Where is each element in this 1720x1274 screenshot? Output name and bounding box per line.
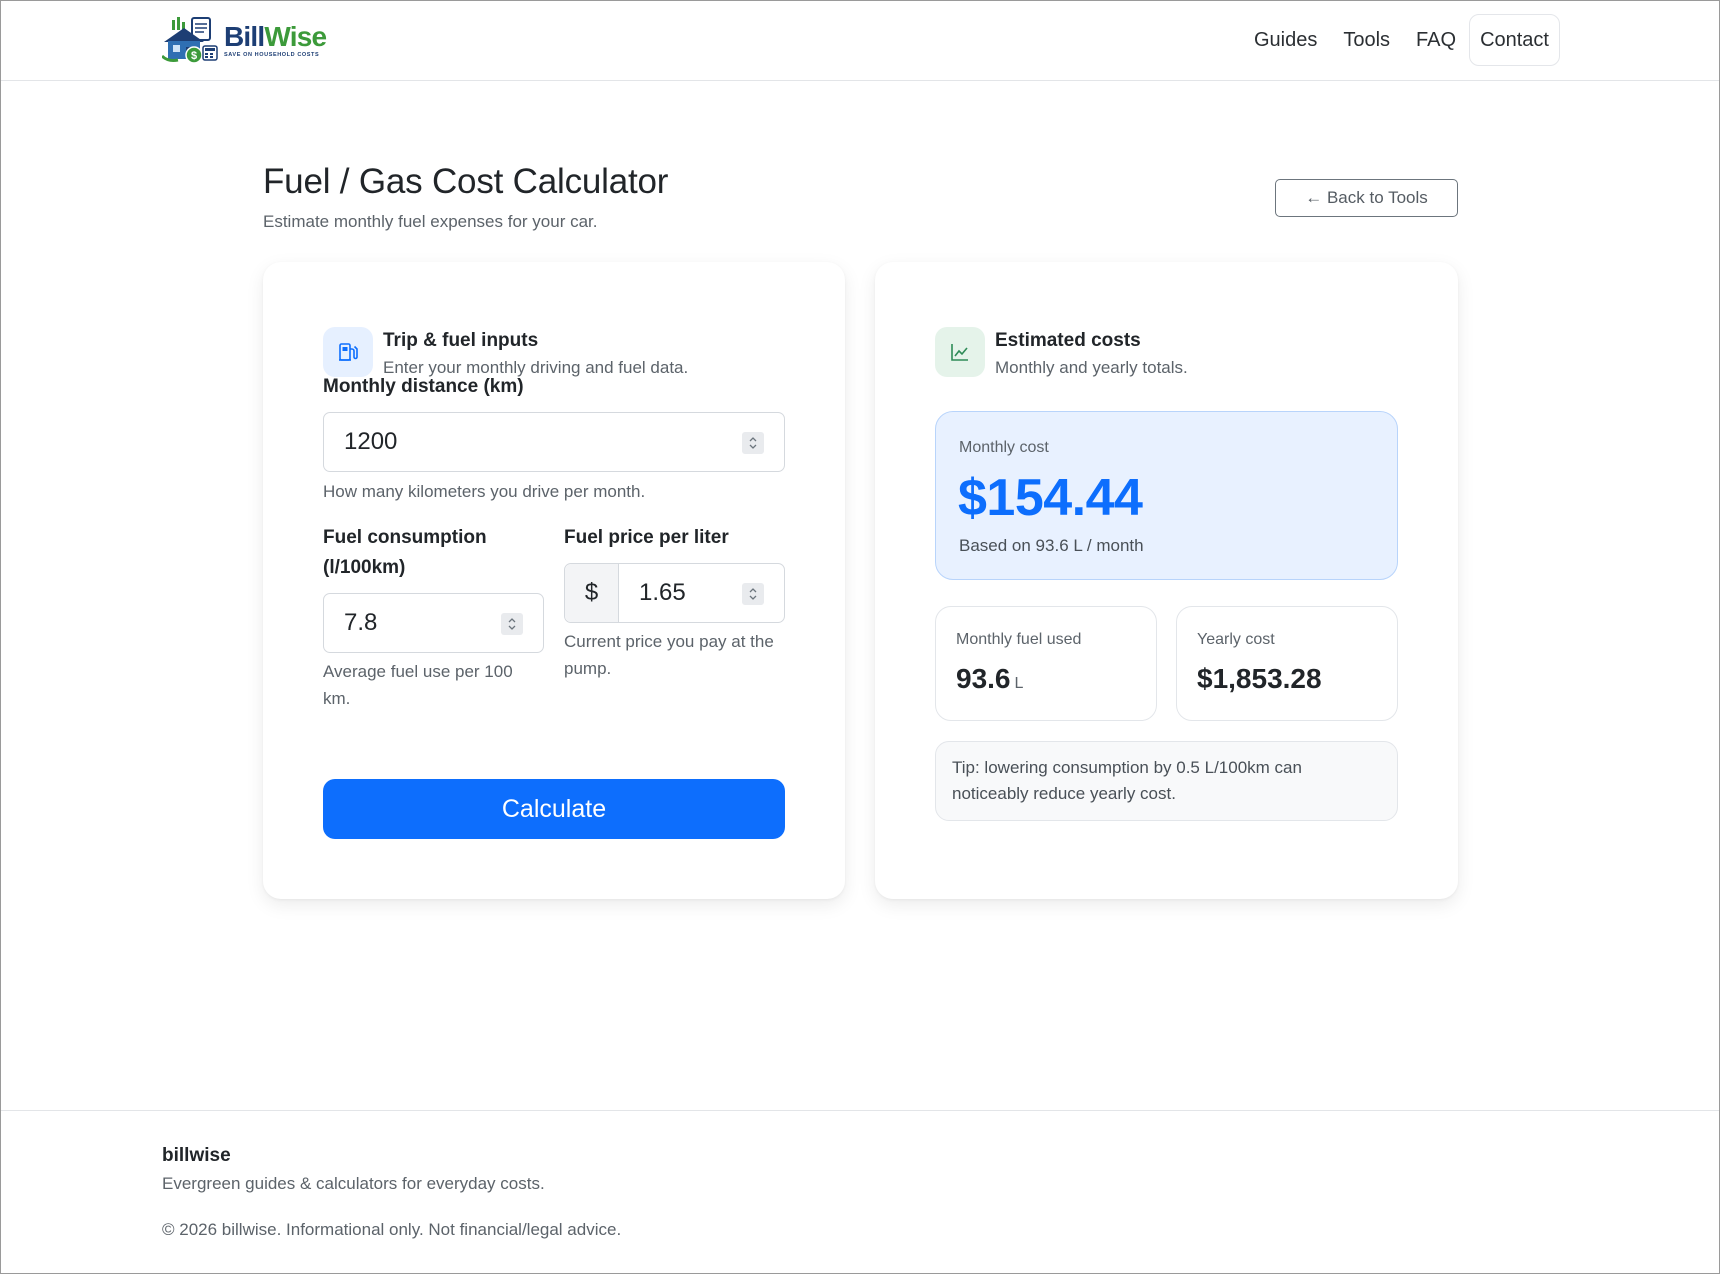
consumption-field — [323, 593, 544, 653]
brand-tagline: SAVE ON HOUSEHOLD COSTS — [224, 51, 320, 58]
distance-input[interactable] — [324, 413, 784, 471]
yearly-cost-stat: Yearly cost $1,853.28 — [1176, 606, 1398, 721]
page-title: Fuel / Gas Cost Calculator — [263, 162, 669, 201]
monthly-cost-label: Monthly cost — [959, 439, 1049, 456]
distance-help: How many kilometers you drive per month. — [323, 482, 646, 501]
price-help-line1: Current price you pay at the — [564, 632, 774, 651]
monthly-cost-panel: Monthly cost $154.44 Based on 93.6 L / m… — [935, 411, 1398, 580]
results-card-title: Estimated costs — [995, 330, 1141, 351]
nav-faq[interactable]: FAQ — [1403, 14, 1469, 66]
price-field: $ — [564, 563, 785, 623]
distance-label: Monthly distance (km) — [323, 376, 524, 397]
footer-copyright: © 2026 billwise. Informational only. Not… — [162, 1220, 622, 1239]
consumption-spinner[interactable] — [501, 613, 523, 635]
footer-tagline: Evergreen guides & calculators for every… — [162, 1174, 545, 1193]
distance-spinner[interactable] — [742, 432, 764, 454]
top-navbar: $ BillWise SAVE ON HOUSEHOLD COSTS Guide… — [0, 0, 1720, 81]
consumption-label-line2: (l/100km) — [323, 557, 406, 578]
price-help-line2: pump. — [564, 659, 612, 678]
inputs-card-header: Trip & fuel inputs Enter your monthly dr… — [323, 327, 688, 378]
brand-name: BillWise — [224, 20, 327, 52]
spinner-arrows-icon — [749, 437, 757, 449]
billwise-logo-icon: $ — [162, 17, 218, 64]
yearly-cost-value: $1,853.28 — [1197, 663, 1322, 694]
site-footer: billwise Evergreen guides & calculators … — [0, 1110, 1720, 1274]
results-card: Estimated costs Monthly and yearly total… — [875, 262, 1458, 899]
window-border — [0, 0, 1720, 1274]
brand-name-bill: Bill — [224, 20, 265, 52]
savings-tip: Tip: lowering consumption by 0.5 L/100km… — [935, 741, 1398, 821]
distance-field — [323, 412, 785, 472]
line-chart-icon — [935, 327, 985, 377]
back-to-tools-button[interactable]: ← Back to Tools — [1275, 179, 1458, 217]
currency-addon: $ — [565, 564, 619, 622]
brand-logo-link[interactable]: $ BillWise SAVE ON HOUSEHOLD COSTS — [162, 16, 327, 64]
price-label: Fuel price per liter — [564, 527, 729, 548]
tip-line1: Tip: lowering consumption by 0.5 L/100km… — [952, 758, 1302, 777]
inputs-card-title: Trip & fuel inputs — [383, 330, 539, 351]
monthly-fuel-value-row: 93.6 L — [956, 663, 1023, 695]
monthly-fuel-label: Monthly fuel used — [956, 631, 1082, 648]
results-card-subtitle: Monthly and yearly totals. — [995, 358, 1188, 377]
monthly-fuel-value: 93.6 — [956, 663, 1011, 694]
nav-guides[interactable]: Guides — [1241, 14, 1330, 66]
consumption-help-line2: km. — [323, 689, 351, 708]
monthly-cost-note: Based on 93.6 L / month — [959, 536, 1144, 555]
consumption-label-line1: Fuel consumption — [323, 527, 487, 548]
nav-tools[interactable]: Tools — [1330, 14, 1403, 66]
results-card-header: Estimated costs Monthly and yearly total… — [935, 327, 1188, 378]
inputs-card: Trip & fuel inputs Enter your monthly dr… — [263, 262, 845, 899]
spinner-arrows-icon — [749, 588, 757, 600]
price-spinner[interactable] — [742, 583, 764, 605]
fuel-pump-icon — [323, 327, 373, 377]
tip-line2: noticeably reduce yearly cost. — [952, 784, 1176, 803]
footer-brand: billwise — [162, 1145, 231, 1166]
consumption-help-line1: Average fuel use per 100 — [323, 662, 513, 681]
calculate-button[interactable]: Calculate — [323, 779, 785, 839]
page-subtitle: Estimate monthly fuel expenses for your … — [263, 212, 598, 231]
monthly-cost-value: $154.44 — [958, 469, 1143, 527]
brand-name-wise: Wise — [264, 20, 327, 52]
main-nav: Guides Tools FAQ Contact — [1241, 14, 1560, 66]
monthly-fuel-unit: L — [1014, 675, 1024, 692]
monthly-fuel-stat: Monthly fuel used 93.6 L — [935, 606, 1157, 721]
spinner-arrows-icon — [508, 618, 516, 630]
svg-text:$: $ — [191, 50, 197, 62]
yearly-cost-label: Yearly cost — [1197, 631, 1275, 648]
nav-contact[interactable]: Contact — [1469, 14, 1560, 66]
